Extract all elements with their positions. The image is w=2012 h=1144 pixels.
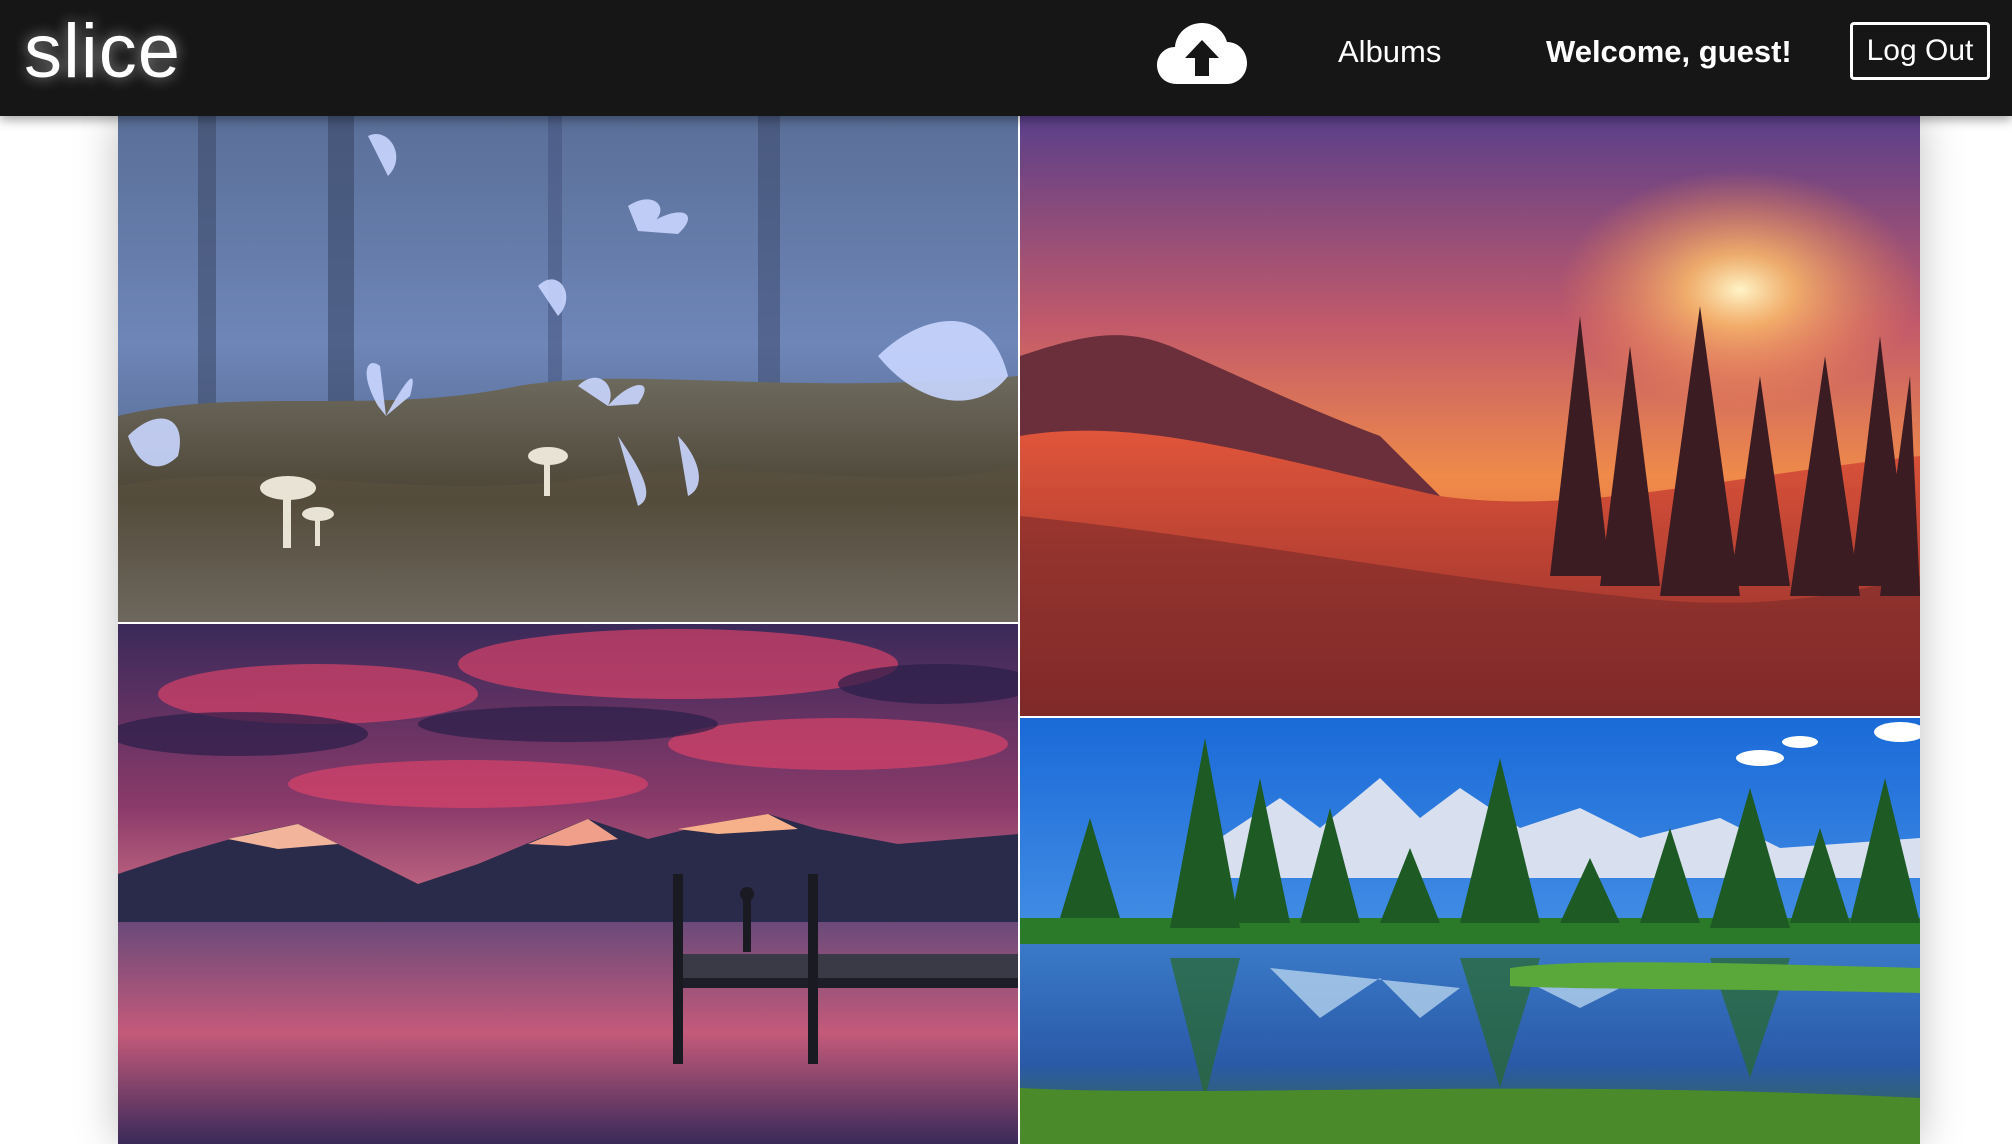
butterflies-photo-image bbox=[118, 116, 1018, 622]
lake-pier-photo-image bbox=[118, 624, 1018, 1144]
gallery-photo-lake-pier[interactable] bbox=[118, 624, 1018, 1144]
sunset-photo-image bbox=[1020, 116, 1920, 716]
upload-button[interactable] bbox=[1155, 18, 1249, 88]
nav-albums-link[interactable]: Albums bbox=[1338, 32, 1441, 72]
gallery-photo-sunset-mountain[interactable] bbox=[1020, 116, 1920, 716]
gallery-photo-forest-lake[interactable] bbox=[1020, 718, 1920, 1144]
photo-gallery bbox=[118, 116, 1920, 1144]
app-logo[interactable]: slice bbox=[24, 4, 181, 100]
top-navbar: slice Albums Welcome, guest! Log Out bbox=[0, 0, 2012, 116]
welcome-message: Welcome, guest! bbox=[1546, 34, 1792, 69]
logout-button[interactable]: Log Out bbox=[1850, 22, 1990, 80]
forest-lake-photo-image bbox=[1020, 718, 1920, 1144]
gallery-photo-butterflies[interactable] bbox=[118, 116, 1018, 622]
cloud-upload-icon bbox=[1157, 23, 1247, 84]
